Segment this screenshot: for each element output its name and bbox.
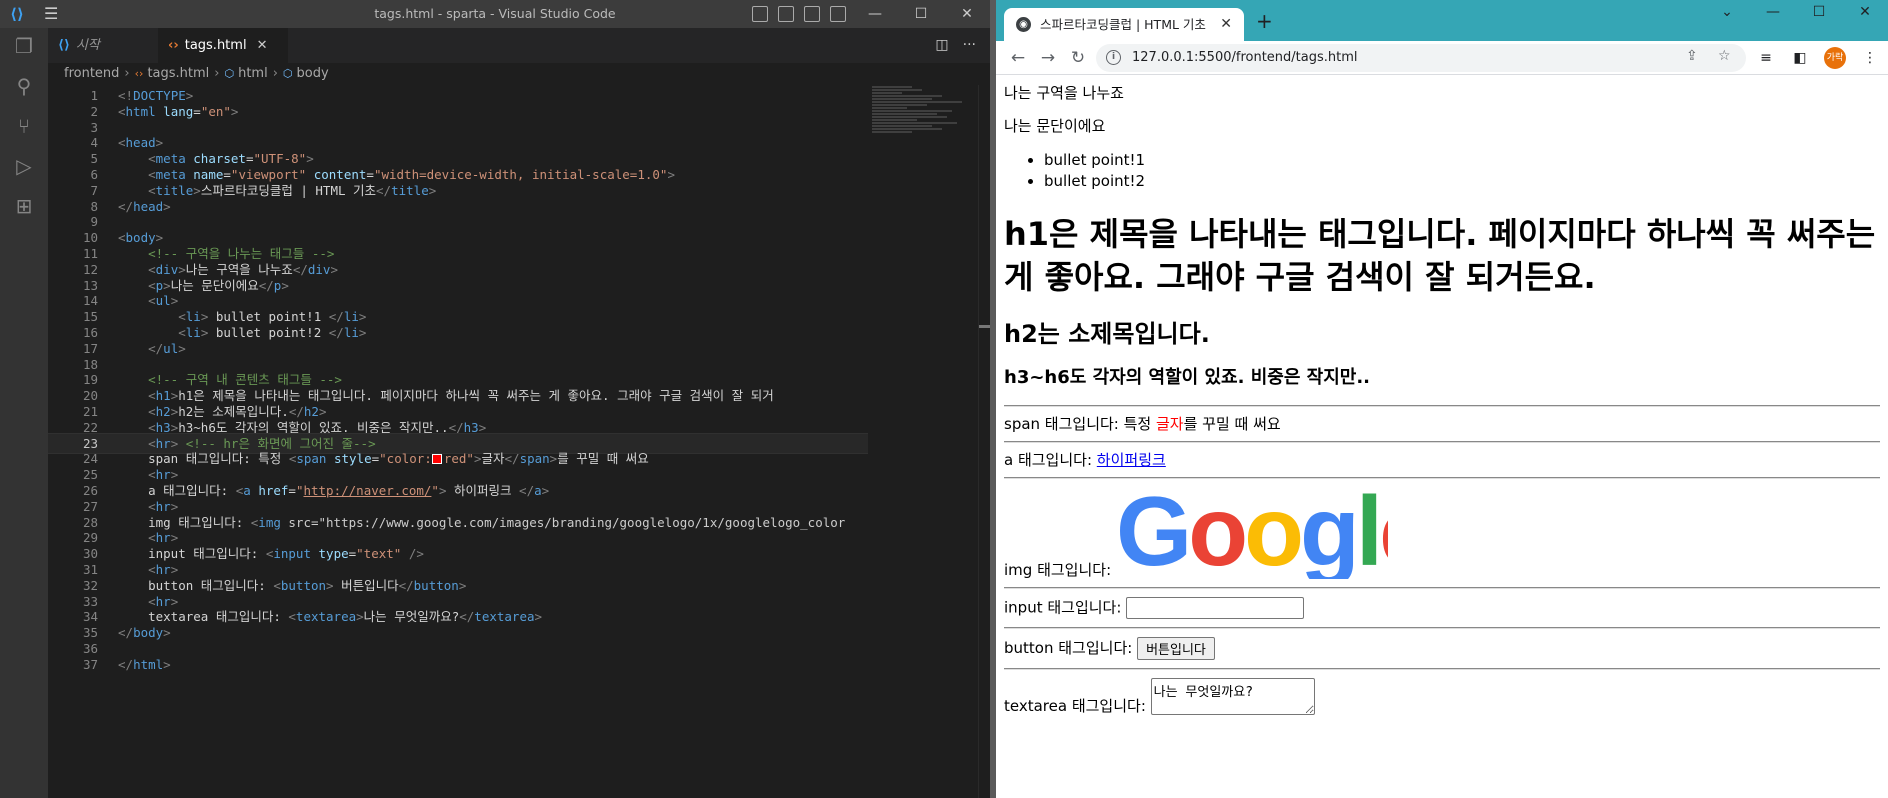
kebab-menu-icon[interactable]: ⋮ xyxy=(1860,47,1880,69)
tab-tags-html[interactable]: ‹› tags.html ✕ xyxy=(158,28,288,63)
list-item: bullet point!2 xyxy=(1044,171,1880,192)
vscode-icon: ⟨⟩ xyxy=(58,38,70,53)
span-row: span 태그입니다: 특정 글자를 꾸밀 때 써요 xyxy=(1004,415,1281,433)
browser-window-controls: ⌄ — ☐ ✕ xyxy=(1704,0,1888,28)
more-actions-icon[interactable]: ··· xyxy=(963,37,976,53)
input-row: input 태그입니다: xyxy=(1004,597,1880,619)
red-span: 글자 xyxy=(1156,415,1184,433)
breadcrumb-file[interactable]: tags.html xyxy=(147,66,209,81)
split-editor-icon[interactable]: ◫ xyxy=(935,37,948,53)
hyperlink[interactable]: 하이퍼링크 xyxy=(1097,451,1166,469)
bookmark-star-icon[interactable]: ☆ xyxy=(1718,48,1731,64)
editor-scrollbar[interactable] xyxy=(978,85,990,798)
avatar[interactable]: 가락 xyxy=(1824,47,1846,69)
bullet-list: bullet point!1 bullet point!2 xyxy=(1044,150,1880,192)
maximize-icon[interactable]: ☐ xyxy=(898,0,944,28)
button-row: button 태그입니다: 버튼입니다 xyxy=(1004,637,1880,660)
maximize-icon[interactable]: ☐ xyxy=(1796,0,1842,28)
breadcrumb-html[interactable]: html xyxy=(238,66,268,81)
layout-controls xyxy=(752,6,846,22)
html-file-icon: ‹› xyxy=(168,38,179,53)
img-row: img 태그입니다: Google xyxy=(1004,487,1880,579)
browser-tab-title: 스파르타코딩클럽 | HTML 기초 xyxy=(1040,17,1206,32)
element-icon: ⬡ xyxy=(224,67,235,80)
explorer-icon[interactable]: ❐ xyxy=(12,34,36,58)
svg-text:Google: Google xyxy=(1116,487,1388,579)
close-icon[interactable]: ✕ xyxy=(1842,0,1888,28)
element-icon: ⬡ xyxy=(282,67,293,80)
share-icon[interactable]: ⇪ xyxy=(1686,48,1698,64)
address-bar[interactable]: i 127.0.0.1:5500/frontend/tags.html ⇪ ☆ xyxy=(1096,44,1746,72)
heading-h3: h3~h6도 각자의 역할이 있죠. 비중은 작지만.. xyxy=(1004,367,1371,388)
browser-tab-strip: ◉ 스파르타코딩클럽 | HTML 기초 ✕ + ⌄ — ☐ ✕ xyxy=(996,0,1888,41)
close-tab-icon[interactable]: ✕ xyxy=(1220,8,1232,41)
toggle-primary-sidebar-icon[interactable] xyxy=(752,6,768,22)
browser-tab-active[interactable]: ◉ 스파르타코딩클럽 | HTML 기초 ✕ xyxy=(1004,8,1244,41)
google-logo-image: Google xyxy=(1116,487,1388,579)
heading-h1: h1은 제목을 나타내는 태그입니다. 페이지마다 하나씩 꼭 써주는 게 좋아… xyxy=(1004,215,1876,296)
desktop: ⟨⟩ ☰ tags.html - sparta - Visual Studio … xyxy=(0,0,1888,798)
divider xyxy=(1004,587,1880,589)
tab-search-icon[interactable]: ⌄ xyxy=(1704,0,1750,28)
toggle-panel-icon[interactable] xyxy=(778,6,794,22)
browser-window: ◉ 스파르타코딩클럽 | HTML 기초 ✕ + ⌄ — ☐ ✕ ← → ↻ i… xyxy=(996,0,1888,798)
textarea-row: textarea 태그입니다: 나는 무엇일까요? xyxy=(1004,678,1880,715)
minimize-icon[interactable]: — xyxy=(852,0,898,28)
code-editor[interactable]: 1 <!DOCTYPE> 2 <html lang="en"> 3 4 <head> 5 <m… xyxy=(48,85,868,798)
customize-layout-icon[interactable] xyxy=(830,6,846,22)
textarea-field[interactable]: 나는 무엇일까요? xyxy=(1150,678,1315,715)
divider xyxy=(1004,668,1880,670)
link-row: a 태그입니다: 하이퍼링크 xyxy=(1004,451,1166,469)
list-item: bullet point!1 xyxy=(1044,150,1880,171)
search-icon[interactable]: ⚲ xyxy=(12,74,36,98)
line-number: 37 xyxy=(82,656,98,672)
back-icon[interactable]: ← xyxy=(1006,46,1030,70)
globe-icon: ◉ xyxy=(1016,17,1031,32)
browser-toolbar: ← → ↻ i 127.0.0.1:5500/frontend/tags.htm… xyxy=(996,41,1888,75)
side-panel-icon[interactable]: ◧ xyxy=(1790,47,1810,69)
close-tab-icon[interactable]: ✕ xyxy=(257,38,268,53)
minimize-icon[interactable]: — xyxy=(1750,0,1796,28)
code-line[interactable]: 37 </html> xyxy=(48,655,868,674)
new-tab-icon[interactable]: + xyxy=(1256,10,1273,32)
hamburger-menu-icon[interactable]: ☰ xyxy=(44,5,64,23)
vscode-titlebar: ⟨⟩ ☰ tags.html - sparta - Visual Studio … xyxy=(0,0,990,28)
paragraph-text: 나는 문단이에요 xyxy=(1004,117,1106,135)
breadcrumb-folder[interactable]: frontend xyxy=(64,66,119,81)
breadcrumb: frontend › ‹› tags.html › ⬡ html › ⬡ body xyxy=(64,66,329,81)
site-info-icon[interactable]: i xyxy=(1106,50,1121,65)
demo-button[interactable]: 버튼입니다 xyxy=(1137,637,1215,660)
code-text[interactable]: </html> xyxy=(118,655,171,674)
html-file-icon: ‹› xyxy=(134,67,144,80)
divider xyxy=(1004,477,1880,479)
tab-welcome[interactable]: ⟨⟩ 시작 xyxy=(48,28,158,63)
divider xyxy=(1004,627,1880,629)
media-controls-icon[interactable]: ≡ xyxy=(1756,47,1776,69)
text-input[interactable] xyxy=(1126,597,1305,619)
vscode-logo-icon: ⟨⟩ xyxy=(10,5,24,23)
toggle-secondary-sidebar-icon[interactable] xyxy=(804,6,820,22)
source-control-icon[interactable]: ⑂ xyxy=(12,114,36,138)
breadcrumb-body[interactable]: body xyxy=(297,66,329,81)
close-icon[interactable]: ✕ xyxy=(944,0,990,28)
extensions-icon[interactable]: ⊞ xyxy=(12,194,36,218)
activity-bar: ❐ ⚲ ⑂ ▷ ⊞ xyxy=(0,28,48,798)
vscode-window-controls: — ☐ ✕ xyxy=(852,0,990,28)
toolbar-right: ≡ ◧ 가락 ⋮ xyxy=(1756,47,1880,69)
forward-icon[interactable]: → xyxy=(1036,46,1060,70)
editor-actions: ◫ ··· xyxy=(935,37,976,53)
editor-tabs: ⟨⟩ 시작 ‹› tags.html ✕ ◫ ··· xyxy=(48,28,990,63)
divider xyxy=(1004,441,1880,443)
web-page: 나는 구역을 나누죠 나는 문단이에요 bullet point!1 bulle… xyxy=(996,76,1888,798)
run-debug-icon[interactable]: ▷ xyxy=(12,154,36,178)
url-text[interactable]: 127.0.0.1:5500/frontend/tags.html xyxy=(1132,44,1358,72)
minimap[interactable] xyxy=(872,85,972,165)
reload-icon[interactable]: ↻ xyxy=(1066,46,1090,70)
heading-h2: h2는 소제목입니다. xyxy=(1004,320,1210,348)
div-text: 나는 구역을 나누죠 xyxy=(1004,84,1124,102)
vscode-window: ⟨⟩ ☰ tags.html - sparta - Visual Studio … xyxy=(0,0,990,798)
divider xyxy=(1004,405,1880,407)
